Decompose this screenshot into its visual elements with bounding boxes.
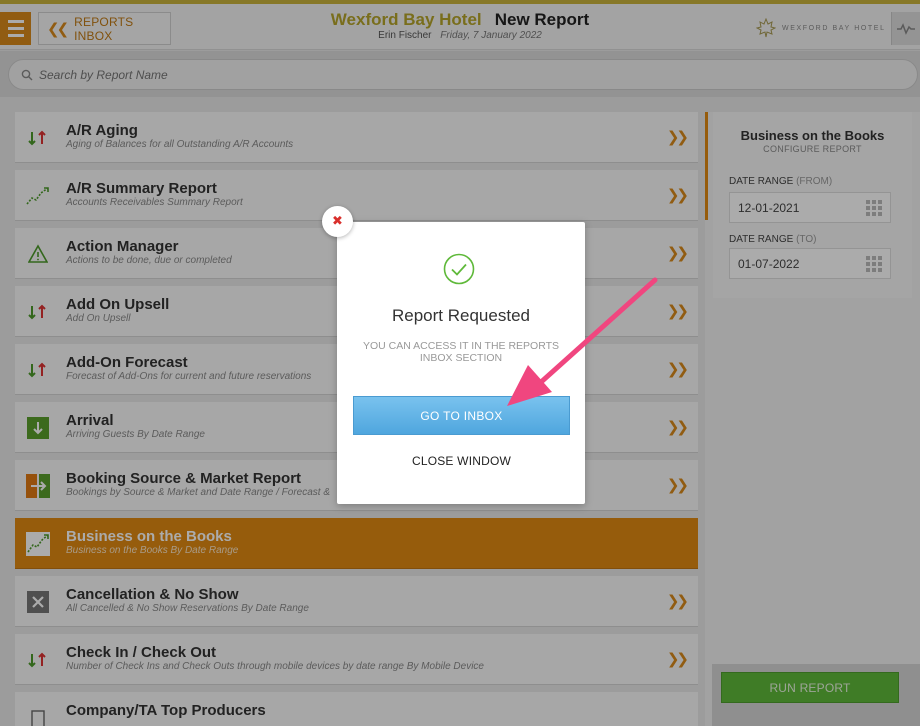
dialog-title: Report Requested [392, 306, 530, 325]
go-to-inbox-button[interactable]: GO TO INBOX [353, 396, 570, 435]
close-window-button[interactable]: CLOSE WINDOW [353, 448, 570, 474]
close-icon[interactable]: ✖ [322, 206, 353, 237]
check-circle-icon [443, 253, 475, 285]
report-requested-dialog: Report Requested YOU CAN ACCESS IT IN TH… [337, 222, 585, 504]
dialog-message: YOU CAN ACCESS IT IN THE REPORTS INBOX S… [362, 340, 560, 364]
